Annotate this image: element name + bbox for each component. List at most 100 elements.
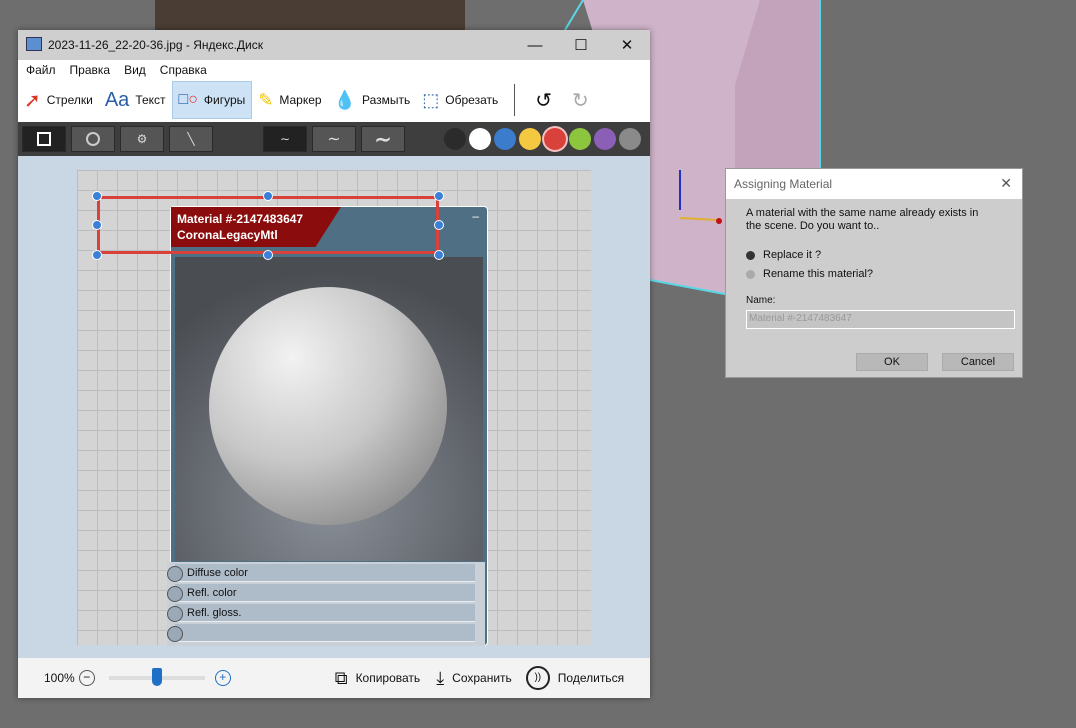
close-button[interactable]: ✕ — [604, 30, 650, 60]
share-button[interactable]: )) Поделиться — [525, 666, 625, 690]
line-shape-button[interactable]: ╲ — [169, 126, 213, 152]
color-swatch[interactable] — [594, 128, 616, 150]
radio-label: Replace it ? — [763, 249, 822, 261]
assigning-material-dialog: Assigning Material ✕ A material with the … — [725, 168, 1023, 378]
color-swatch[interactable] — [519, 128, 541, 150]
resize-handle[interactable] — [263, 250, 273, 260]
menu-bar: Файл Правка Вид Справка — [18, 60, 650, 80]
resize-handle[interactable] — [434, 250, 444, 260]
menu-help[interactable]: Справка — [160, 63, 207, 77]
red-rectangle-annotation[interactable] — [97, 196, 439, 254]
download-icon: ⤓ — [436, 667, 445, 688]
thin-wave-icon: ∼ — [279, 132, 291, 146]
thick-wave-icon: ∼ — [374, 128, 392, 151]
color-swatch[interactable] — [544, 128, 566, 150]
divider — [514, 84, 516, 116]
line-icon: ╲ — [187, 132, 195, 146]
medium-wave-icon: ∼ — [327, 131, 341, 148]
copy-button[interactable]: ⧉ Копировать — [335, 668, 420, 689]
tool-label: Маркер — [279, 93, 322, 107]
menu-edit[interactable]: Правка — [70, 63, 111, 77]
color-swatch[interactable] — [469, 128, 491, 150]
cancel-button[interactable]: Cancel — [942, 353, 1014, 371]
sphere-preview — [209, 287, 447, 525]
minimize-button[interactable]: — — [512, 30, 558, 60]
color-swatch[interactable] — [619, 128, 641, 150]
zoom-slider[interactable] — [108, 668, 205, 686]
material-node: Material #-2147483647 CoronaLegacyMtl – … — [167, 206, 488, 646]
title-bar: 2023-11-26_22-20-36.jpg - Яндекс.Диск — … — [18, 30, 650, 60]
marker-icon: ✎ — [258, 89, 274, 110]
thin-stroke-button[interactable]: ∼ — [263, 126, 307, 152]
resize-handle[interactable] — [92, 220, 102, 230]
tool-label: Обрезать — [445, 93, 499, 107]
color-swatch[interactable] — [494, 128, 516, 150]
color-swatch[interactable] — [569, 128, 591, 150]
yandex-disk-editor-window: 2023-11-26_22-20-36.jpg - Яндекс.Диск — … — [18, 30, 650, 698]
resize-handle[interactable] — [434, 191, 444, 201]
resize-handle[interactable] — [263, 191, 273, 201]
resize-handle[interactable] — [92, 250, 102, 260]
save-button[interactable]: ⤓ Сохранить — [436, 668, 512, 689]
shapes-icon: □○ — [178, 91, 198, 108]
save-label: Сохранить — [452, 671, 512, 685]
menu-view[interactable]: Вид — [124, 63, 146, 77]
tool-marker[interactable]: ✎ Маркер — [252, 81, 327, 119]
slot-more[interactable] — [167, 624, 475, 642]
circle-icon — [86, 132, 100, 146]
slot-refl-color[interactable]: Refl. color — [167, 584, 475, 602]
image-canvas[interactable]: Material #-2147483647 CoronaLegacyMtl – … — [18, 156, 650, 658]
tool-label: Текст — [135, 93, 166, 107]
tool-label: Фигуры — [203, 93, 246, 107]
star-shape-button[interactable]: ⚙ — [120, 126, 164, 152]
share-icon: )) — [525, 666, 550, 690]
dialog-close-button[interactable]: ✕ — [1000, 175, 1012, 192]
zoom-in-button[interactable]: + — [214, 670, 231, 686]
radio-unchecked-icon — [746, 269, 755, 279]
rectangle-shape-button[interactable] — [22, 126, 66, 152]
zoom-level: 100% — [44, 671, 75, 685]
ellipse-shape-button[interactable] — [71, 126, 115, 152]
material-preview — [175, 257, 483, 561]
copy-icon: ⧉ — [334, 667, 348, 688]
resize-handle[interactable] — [92, 191, 102, 201]
name-field[interactable]: Material #-2147483647 — [746, 310, 1015, 329]
window-title: 2023-11-26_22-20-36.jpg - Яндекс.Диск — [48, 38, 263, 52]
tool-shapes[interactable]: □○ Фигуры — [171, 81, 253, 119]
radio-replace[interactable]: Replace it ? — [746, 249, 821, 261]
slot-diffuse-color[interactable]: Diffuse color — [167, 564, 475, 582]
bottom-bar: 100% − + ⧉ Копировать ⤓ Сохранить )) Подели… — [18, 658, 650, 698]
text-icon: Aa — [104, 88, 130, 111]
arrow-icon: ➚ — [24, 89, 41, 112]
app-icon — [26, 37, 42, 51]
slot-list: Diffuse color Refl. color Refl. gloss. — [167, 562, 485, 646]
gear-icon: ⚙ — [136, 132, 148, 146]
collapse-button[interactable]: – — [472, 209, 479, 223]
name-label: Name: — [746, 295, 776, 306]
tool-label: Стрелки — [46, 93, 93, 107]
radio-rename[interactable]: Rename this material? — [746, 268, 873, 280]
share-label: Поделиться — [557, 671, 625, 685]
tool-crop[interactable]: ⬚ Обрезать — [416, 81, 504, 119]
toolbar: ➚ Стрелки Aa Текст □○ Фигуры ✎ Маркер 💧 Размы… — [18, 80, 650, 120]
undo-icon[interactable]: ↺ — [535, 88, 552, 113]
crop-icon: ⬚ — [422, 89, 440, 110]
ok-button[interactable]: OK — [856, 353, 928, 371]
zoom-slider-thumb[interactable] — [151, 668, 162, 686]
color-swatch[interactable] — [444, 128, 466, 150]
medium-stroke-button[interactable]: ∼ — [312, 126, 356, 152]
tool-arrows[interactable]: ➚ Стрелки — [18, 81, 99, 119]
tool-blur[interactable]: 💧 Размыть — [328, 81, 417, 119]
maximize-button[interactable]: ☐ — [558, 30, 604, 60]
shape-options-bar: ⚙ ╲ ∼ ∼ ∼ — [18, 122, 650, 156]
redo-icon[interactable]: ↻ — [572, 88, 589, 113]
copy-label: Копировать — [355, 671, 421, 685]
zoom-out-button[interactable]: − — [78, 670, 95, 686]
resize-handle[interactable] — [434, 220, 444, 230]
radio-checked-icon — [746, 250, 755, 260]
slot-refl-gloss[interactable]: Refl. gloss. — [167, 604, 475, 622]
dialog-message: A material with the same name already ex… — [746, 207, 979, 232]
thick-stroke-button[interactable]: ∼ — [361, 126, 405, 152]
menu-file[interactable]: Файл — [26, 63, 56, 77]
tool-text[interactable]: Aa Текст — [99, 81, 172, 119]
